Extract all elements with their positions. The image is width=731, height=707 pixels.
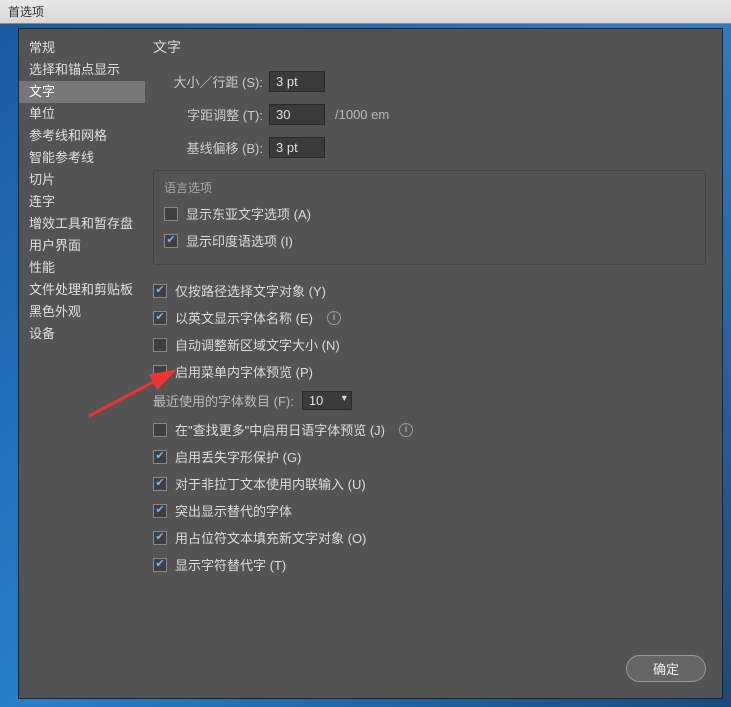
checkbox-inline-input[interactable]	[153, 477, 167, 491]
language-group-title: 语言选项	[164, 179, 695, 196]
sidebar-item[interactable]: 增效工具和暂存盘	[19, 213, 145, 235]
panel-title: 文字	[153, 37, 706, 57]
sidebar-item[interactable]: 单位	[19, 103, 145, 125]
checkbox-english-fontname-label: 以英文显示字体名称 (E)	[175, 308, 313, 327]
size-leading-label: 大小／行距 (S):	[153, 72, 263, 91]
checkbox-highlight-sub[interactable]	[153, 504, 167, 518]
checkbox-placeholder-fill-label: 用占位符文本填充新文字对象 (O)	[175, 528, 366, 547]
sidebar-item[interactable]: 设备	[19, 323, 145, 345]
checkbox-show-alternates[interactable]	[153, 558, 167, 572]
checkbox-missing-glyph[interactable]	[153, 450, 167, 464]
sidebar-item[interactable]: 黑色外观	[19, 301, 145, 323]
sidebar-item[interactable]: 文件处理和剪贴板	[19, 279, 145, 301]
language-group: 语言选项 显示东亚文字选项 (A) 显示印度语选项 (I)	[153, 170, 706, 265]
window-title: 首选项	[8, 5, 44, 19]
sidebar-item[interactable]: 切片	[19, 169, 145, 191]
checkbox-indic-label: 显示印度语选项 (I)	[186, 231, 293, 250]
info-icon[interactable]: i	[327, 311, 341, 325]
info-icon[interactable]: i	[399, 423, 413, 437]
main-panel: 文字 大小／行距 (S): 3 pt 字距调整 (T): 30 /1000 em…	[145, 29, 722, 645]
checkbox-inline-input-label: 对于非拉丁文本使用内联输入 (U)	[175, 474, 366, 493]
checkbox-auto-size-area-label: 自动调整新区域文字大小 (N)	[175, 335, 340, 354]
checkbox-jp-find-more[interactable]	[153, 423, 167, 437]
checkbox-placeholder-fill[interactable]	[153, 531, 167, 545]
recent-fonts-select[interactable]: 10	[302, 391, 352, 410]
checkbox-show-alternates-label: 显示字符替代字 (T)	[175, 555, 286, 574]
baseline-input[interactable]: 3 pt	[269, 137, 325, 158]
sidebar-item[interactable]: 参考线和网格	[19, 125, 145, 147]
ok-button[interactable]: 确定	[626, 655, 706, 682]
checkbox-missing-glyph-label: 启用丢失字形保护 (G)	[175, 447, 301, 466]
checkbox-menu-preview[interactable]	[153, 365, 167, 379]
sidebar-item[interactable]: 选择和锚点显示	[19, 59, 145, 81]
preferences-dialog: 常规选择和锚点显示文字单位参考线和网格智能参考线切片连字增效工具和暂存盘用户界面…	[18, 28, 723, 699]
sidebar-item[interactable]: 智能参考线	[19, 147, 145, 169]
checkbox-path-select-label: 仅按路径选择文字对象 (Y)	[175, 281, 326, 300]
checkbox-menu-preview-label: 启用菜单内字体预览 (P)	[175, 362, 313, 381]
tracking-unit: /1000 em	[335, 107, 389, 122]
tracking-label: 字距调整 (T):	[153, 105, 263, 124]
tracking-input[interactable]: 30	[269, 104, 325, 125]
checkbox-path-select[interactable]	[153, 284, 167, 298]
sidebar-item[interactable]: 连字	[19, 191, 145, 213]
sidebar-item[interactable]: 性能	[19, 257, 145, 279]
sidebar-item[interactable]: 常规	[19, 37, 145, 59]
sidebar-item[interactable]: 文字	[19, 81, 145, 103]
checkbox-highlight-sub-label: 突出显示替代的字体	[175, 501, 292, 520]
recent-fonts-label: 最近使用的字体数目 (F):	[153, 391, 294, 410]
checkbox-east-asian-label: 显示东亚文字选项 (A)	[186, 204, 311, 223]
sidebar-item[interactable]: 用户界面	[19, 235, 145, 257]
checkbox-jp-find-more-label: 在"查找更多"中启用日语字体预览 (J)	[175, 420, 385, 439]
titlebar: 首选项	[0, 0, 731, 24]
size-leading-input[interactable]: 3 pt	[269, 71, 325, 92]
checkbox-indic[interactable]	[164, 234, 178, 248]
sidebar: 常规选择和锚点显示文字单位参考线和网格智能参考线切片连字增效工具和暂存盘用户界面…	[19, 29, 145, 645]
baseline-label: 基线偏移 (B):	[153, 138, 263, 157]
checkbox-auto-size-area[interactable]	[153, 338, 167, 352]
checkbox-english-fontname[interactable]	[153, 311, 167, 325]
checkbox-east-asian[interactable]	[164, 207, 178, 221]
